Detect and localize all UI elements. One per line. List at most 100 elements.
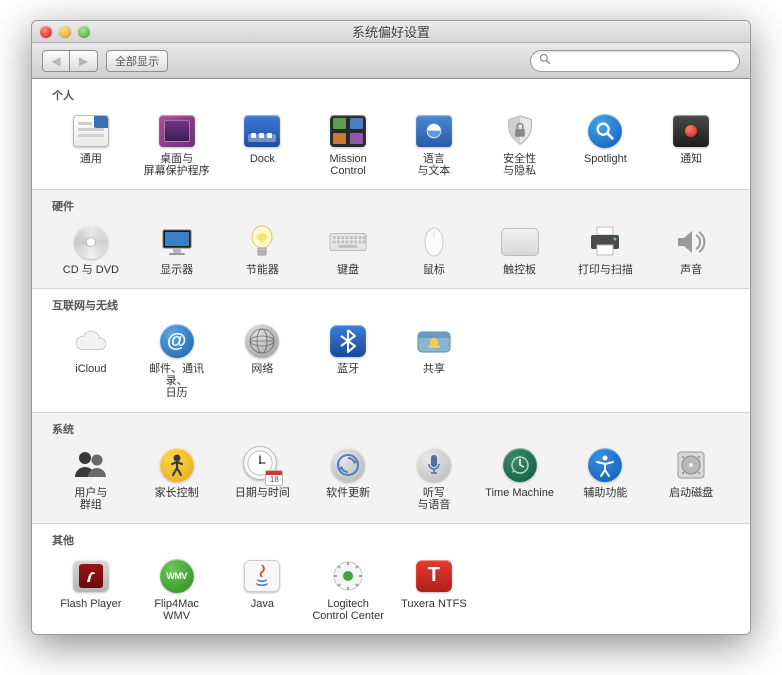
pref-label: iCloud [75,361,106,375]
pref-trackpad[interactable]: 触控板 [479,220,561,278]
pref-accessibility[interactable]: 辅助功能 [565,443,647,513]
pref-dock[interactable]: Dock [222,109,304,179]
pref-icloud[interactable]: iCloud [50,319,132,401]
print-scan-icon [585,222,625,262]
pref-label: Mission Control [329,151,366,177]
dictation-speech-icon [414,445,454,485]
pref-label: 网络 [251,361,273,375]
flip4mac-wmv-icon: WMV [157,556,197,596]
pref-label: Tuxera NTFS [401,596,467,610]
flash-player-icon [71,556,111,596]
pref-mail-contacts-calendars[interactable]: @邮件、通讯录、 日历 [136,319,218,401]
pref-desktop-screensaver[interactable]: 桌面与 屏幕保护程序 [136,109,218,179]
section-0: 个人通用桌面与 屏幕保护程序Dock Mission Control 语言 与文本 安… [32,79,750,190]
bluetooth-icon [328,321,368,361]
pref-general[interactable]: 通用 [50,109,132,179]
section-grid: CD 与 DVD 显示器 节能器 键盘鼠标 触控板 打印与扫描声音 [50,220,732,278]
chevron-left-icon: ◀ [51,54,60,68]
pref-language-text[interactable]: 语言 与文本 [393,109,475,179]
pref-label: 鼠标 [423,262,445,276]
pref-date-time[interactable]: 18日期与时间 [222,443,304,513]
software-update-icon [328,445,368,485]
pref-label: 软件更新 [326,485,370,499]
chevron-right-icon: ▶ [79,54,88,68]
pref-network[interactable]: 网络 [222,319,304,401]
notifications-icon [671,111,711,151]
back-button[interactable]: ◀ [42,50,70,72]
pref-label: 显示器 [160,262,193,276]
pref-label: Flash Player [60,596,121,610]
pref-label: Time Machine [485,485,554,499]
section-title: 系统 [50,419,732,443]
pref-time-machine[interactable]: Time Machine [479,443,561,513]
pref-energy-saver[interactable]: 节能器 [222,220,304,278]
search-input[interactable] [556,54,731,68]
pref-startup-disk[interactable]: 启动磁盘 [650,443,732,513]
date-time-icon: 18 [242,445,282,485]
section-title: 互联网与无线 [50,295,732,319]
pref-label: 共享 [423,361,445,375]
spotlight-icon [585,111,625,151]
language-text-icon [414,111,454,151]
section-grid: iCloud@邮件、通讯录、 日历网络蓝牙共享 [50,319,732,401]
logitech-control-center-icon [328,556,368,596]
section-1: 硬件CD 与 DVD 显示器 节能器 键盘鼠标 触控板 打印与扫描声音 [32,190,750,289]
pref-security-privacy[interactable]: 安全性 与隐私 [479,109,561,179]
pref-label: Logitech Control Center [312,596,384,622]
pref-sound[interactable]: 声音 [650,220,732,278]
pref-logitech-control-center[interactable]: Logitech Control Center [307,554,389,624]
pref-label: 语言 与文本 [417,151,450,177]
pref-spotlight[interactable]: Spotlight [565,109,647,179]
section-3: 系统用户与 群组家长控制18日期与时间软件更新 听写 与语音 Time Machin… [32,413,750,524]
cd-dvd-icon [71,222,111,262]
pref-notifications[interactable]: 通知 [650,109,732,179]
desktop-screensaver-icon [157,111,197,151]
pref-label: 邮件、通讯录、 日历 [139,361,215,399]
preferences-content: 个人通用桌面与 屏幕保护程序Dock Mission Control 语言 与文本 安… [32,79,750,634]
pref-bluetooth[interactable]: 蓝牙 [307,319,389,401]
pref-software-update[interactable]: 软件更新 [307,443,389,513]
pref-print-scan[interactable]: 打印与扫描 [565,220,647,278]
search-field[interactable] [530,50,740,72]
pref-label: Spotlight [584,151,627,165]
pref-label: 触控板 [503,262,536,276]
displays-icon [157,222,197,262]
pref-flash-player[interactable]: Flash Player [50,554,132,624]
pref-label: 声音 [680,262,702,276]
pref-mouse[interactable]: 鼠标 [393,220,475,278]
pref-parental-controls[interactable]: 家长控制 [136,443,218,513]
mouse-icon [414,222,454,262]
pref-cd-dvd[interactable]: CD 与 DVD [50,220,132,278]
security-privacy-icon [500,111,540,151]
startup-disk-icon [671,445,711,485]
pref-flip4mac-wmv[interactable]: WMVFlip4Mac WMV [136,554,218,624]
pref-keyboard[interactable]: 键盘 [307,220,389,278]
pref-label: 节能器 [246,262,279,276]
users-groups-icon [71,445,111,485]
pref-tuxera-ntfs[interactable]: TTuxera NTFS [393,554,475,624]
section-title: 硬件 [50,196,732,220]
forward-button[interactable]: ▶ [70,50,98,72]
pref-java[interactable]: Java [222,554,304,624]
section-4: 其他Flash PlayerWMVFlip4Mac WMVJavaLogitec… [32,524,750,634]
pref-sharing[interactable]: 共享 [393,319,475,401]
window-title: 系统偏好设置 [32,22,750,41]
pref-users-groups[interactable]: 用户与 群组 [50,443,132,513]
search-icon [539,53,551,68]
show-all-button[interactable]: 全部显示 [106,50,168,72]
dock-icon [242,111,282,151]
titlebar[interactable]: 系统偏好设置 [32,21,750,43]
pref-label: 启动磁盘 [669,485,713,499]
keyboard-icon [328,222,368,262]
time-machine-icon [500,445,540,485]
mail-contacts-calendars-icon: @ [157,321,197,361]
section-title: 个人 [50,85,732,109]
trackpad-icon [500,222,540,262]
pref-displays[interactable]: 显示器 [136,220,218,278]
pref-mission-control[interactable]: Mission Control [307,109,389,179]
icloud-icon [71,321,111,361]
pref-dictation-speech[interactable]: 听写 与语音 [393,443,475,513]
pref-label: Flip4Mac WMV [154,596,199,622]
parental-controls-icon [157,445,197,485]
section-grid: 用户与 群组家长控制18日期与时间软件更新 听写 与语音 Time Machine 辅… [50,443,732,513]
